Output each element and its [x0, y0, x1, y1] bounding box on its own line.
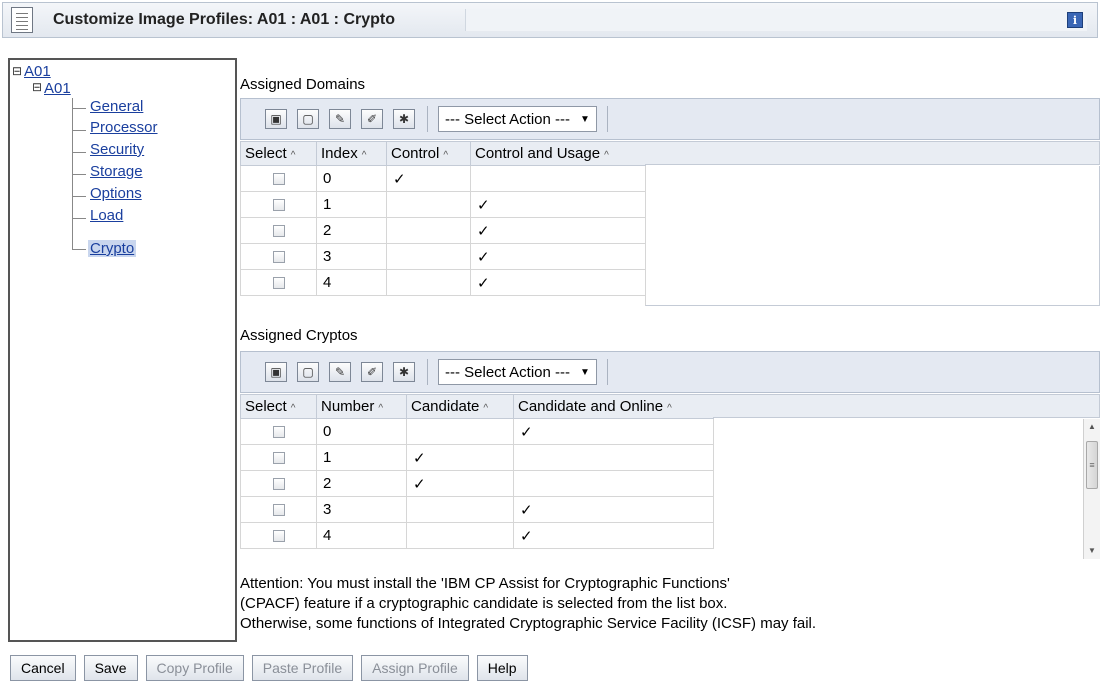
column-index[interactable]: Index ^	[316, 141, 387, 166]
save-button[interactable]: Save	[83, 655, 138, 681]
title-right-area: i	[465, 9, 1087, 31]
table-row[interactable]: 4 ✓	[240, 522, 714, 549]
row-checkbox[interactable]	[272, 452, 285, 465]
domains-select-action[interactable]: --- Select Action --- ▼	[438, 106, 597, 132]
select-all-icon[interactable]: ▣	[265, 362, 287, 382]
tree-item-crypto[interactable]: Crypto	[88, 240, 137, 257]
attention-message: Attention: You must install the 'IBM CP …	[240, 575, 817, 632]
edit-icon[interactable]: ✎	[329, 362, 351, 382]
row-checkbox[interactable]	[272, 173, 285, 186]
row-checkbox[interactable]	[272, 277, 285, 290]
row-checkbox[interactable]	[272, 225, 285, 238]
row-checkbox[interactable]	[272, 530, 285, 543]
cryptos-grid: ▣ ▢ ✎ ✐ ✱ --- Select Action --- ▼ Select…	[240, 351, 1100, 561]
table-row[interactable]: 0 ✓	[240, 165, 646, 192]
title-bar: Customize Image Profiles: A01 : A01 : Cr…	[2, 2, 1098, 38]
domains-grid: ▣ ▢ ✎ ✐ ✱ --- Select Action --- ▼ Select…	[240, 98, 1100, 308]
select-all-icon[interactable]: ▣	[265, 109, 287, 129]
column-candidate-online[interactable]: Candidate and Online ^	[513, 394, 714, 419]
table-row[interactable]: 3 ✓	[240, 243, 646, 270]
button-bar: Cancel Save Copy Profile Paste Profile A…	[10, 655, 536, 681]
configure-icon[interactable]: ✱	[393, 362, 415, 382]
scroll-thumb[interactable]: ≡	[1086, 441, 1098, 489]
tree-item-load[interactable]: Load	[90, 207, 123, 224]
table-row[interactable]: 4 ✓	[240, 269, 646, 296]
domains-table: Select ^ Index ^ Control ^ Control and Usag…	[240, 141, 646, 296]
cryptos-select-action[interactable]: --- Select Action --- ▼	[438, 359, 597, 385]
column-control-usage[interactable]: Control and Usage ^	[470, 141, 646, 166]
profile-icon	[11, 7, 33, 33]
tree-item-security[interactable]: Security	[90, 141, 144, 158]
chevron-down-icon: ▼	[580, 113, 590, 125]
info-icon[interactable]: i	[1067, 12, 1083, 28]
profile-tree: ⊟ A01 ⊟ A01 General Processor Security S…	[8, 58, 237, 642]
table-row[interactable]: 1 ✓	[240, 444, 714, 471]
edit-icon[interactable]: ✎	[329, 109, 351, 129]
table-row[interactable]: 0 ✓	[240, 418, 714, 445]
tree-item-processor[interactable]: Processor	[90, 119, 158, 136]
collapse-icon[interactable]: ⊟	[12, 64, 22, 78]
deselect-all-icon[interactable]: ▢	[297, 362, 319, 382]
scroll-down-icon[interactable]: ▼	[1084, 543, 1100, 559]
cryptos-toolbar: ▣ ▢ ✎ ✐ ✱ --- Select Action --- ▼	[240, 351, 1100, 393]
chevron-down-icon: ▼	[580, 366, 590, 378]
cancel-button[interactable]: Cancel	[10, 655, 76, 681]
table-row[interactable]: 3 ✓	[240, 496, 714, 523]
cryptos-table: Select ^ Number ^ Candidate ^ Candidate and…	[240, 394, 714, 549]
tree-child-a01[interactable]: A01	[44, 80, 71, 97]
column-candidate[interactable]: Candidate ^	[406, 394, 514, 419]
collapse-icon[interactable]: ⊟	[32, 80, 42, 94]
column-number[interactable]: Number ^	[316, 394, 407, 419]
row-checkbox[interactable]	[272, 251, 285, 264]
column-select[interactable]: Select ^	[240, 141, 317, 166]
column-select[interactable]: Select ^	[240, 394, 317, 419]
column-control[interactable]: Control ^	[386, 141, 471, 166]
paste-profile-button[interactable]: Paste Profile	[251, 655, 354, 681]
row-checkbox[interactable]	[272, 426, 285, 439]
table-row[interactable]: 2 ✓	[240, 217, 646, 244]
table-row[interactable]: 1 ✓	[240, 191, 646, 218]
page-title: Customize Image Profiles: A01 : A01 : Cr…	[53, 11, 395, 28]
cryptos-title: Assigned Cryptos	[240, 327, 358, 344]
row-checkbox[interactable]	[272, 199, 285, 212]
clear-edit-icon[interactable]: ✐	[361, 362, 383, 382]
scroll-up-icon[interactable]: ▲	[1084, 419, 1100, 435]
help-button[interactable]: Help	[476, 655, 528, 681]
table-row[interactable]: 2 ✓	[240, 470, 714, 497]
domains-toolbar: ▣ ▢ ✎ ✐ ✱ --- Select Action --- ▼	[240, 98, 1100, 140]
configure-icon[interactable]: ✱	[393, 109, 415, 129]
tree-item-options[interactable]: Options	[90, 185, 142, 202]
deselect-all-icon[interactable]: ▢	[297, 109, 319, 129]
copy-profile-button[interactable]: Copy Profile	[145, 655, 244, 681]
domains-title: Assigned Domains	[240, 76, 366, 93]
tree-item-general[interactable]: General	[90, 98, 143, 115]
tree-root-a01[interactable]: A01	[24, 63, 51, 80]
assign-profile-button[interactable]: Assign Profile	[361, 655, 469, 681]
clear-edit-icon[interactable]: ✐	[361, 109, 383, 129]
row-checkbox[interactable]	[272, 478, 285, 491]
row-checkbox[interactable]	[272, 504, 285, 517]
tree-item-storage[interactable]: Storage	[90, 163, 143, 180]
cryptos-scrollbar[interactable]: ▲ ≡ ▼	[1083, 419, 1100, 559]
